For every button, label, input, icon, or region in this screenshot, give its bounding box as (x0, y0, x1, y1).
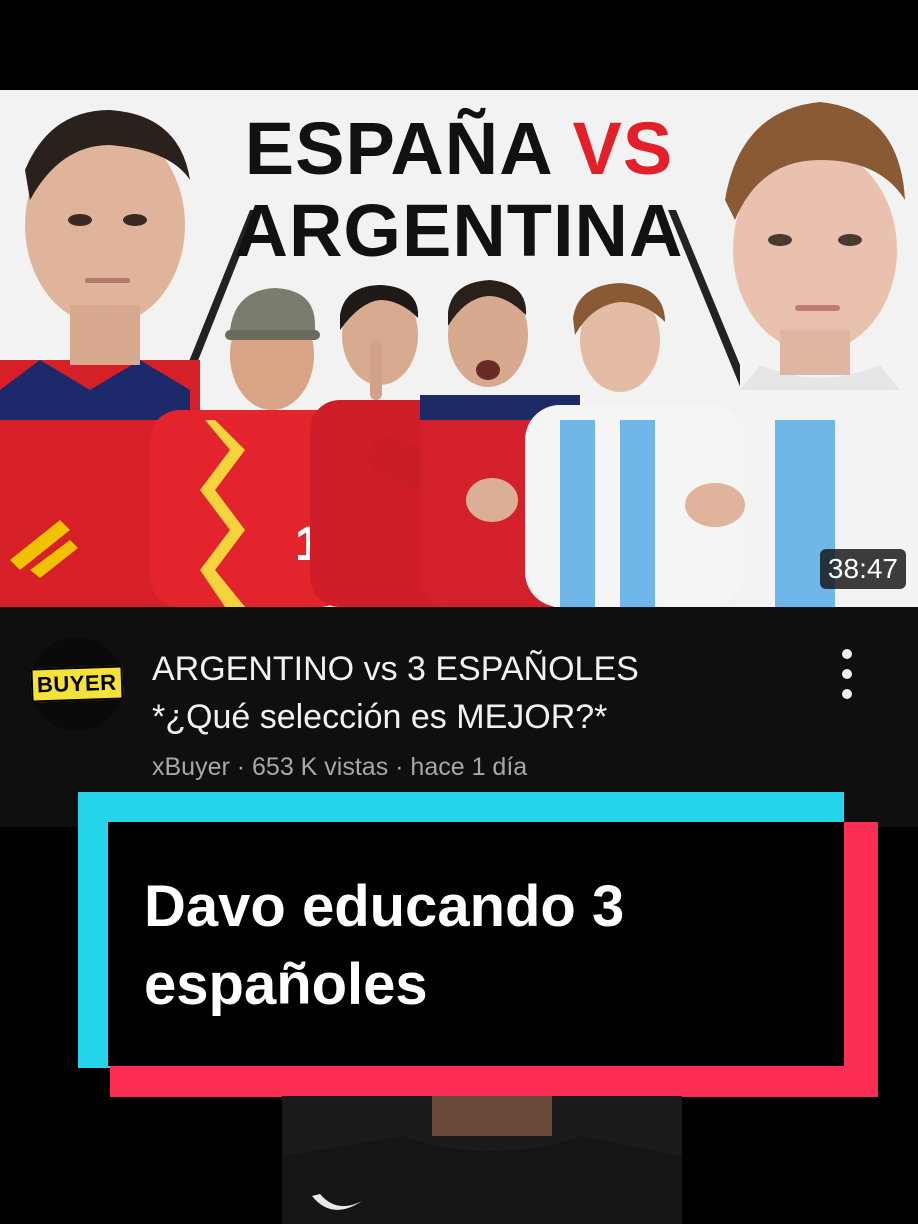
caption-card: Davo educando 3 españoles (78, 792, 878, 1097)
video-title-line1: ARGENTINO vs 3 ESPAÑOLES (152, 650, 639, 688)
channel-avatar[interactable]: BUYER (30, 637, 124, 731)
caption-line1: Davo educando 3 (144, 874, 625, 939)
video-thumbnail[interactable]: 15 (0, 90, 918, 607)
video-title-line2: *¿Qué selección es MEJOR?* (152, 698, 608, 736)
tiktok-video-frame: 15 (0, 0, 918, 1224)
video-duration-badge: 38:47 (819, 549, 906, 589)
more-vertical-icon[interactable] (832, 647, 862, 701)
caption-text: Davo educando 3 españoles (144, 868, 844, 1024)
caption-line2: españoles (144, 952, 428, 1017)
middle-group-image: 15 (150, 280, 745, 607)
channel-logo-text: BUYER (30, 665, 124, 703)
creator-webcam-image (282, 1096, 682, 1224)
video-metadata: xBuyer · 653 K vistas · hace 1 día (152, 753, 528, 781)
thumbnail-title-line1: ESPAÑA VS (244, 107, 674, 190)
video-title[interactable]: ARGENTINO vs 3 ESPAÑOLES *¿Qué selección… (152, 645, 792, 741)
thumbnail-title-line2: ARGENTINA (234, 189, 684, 272)
